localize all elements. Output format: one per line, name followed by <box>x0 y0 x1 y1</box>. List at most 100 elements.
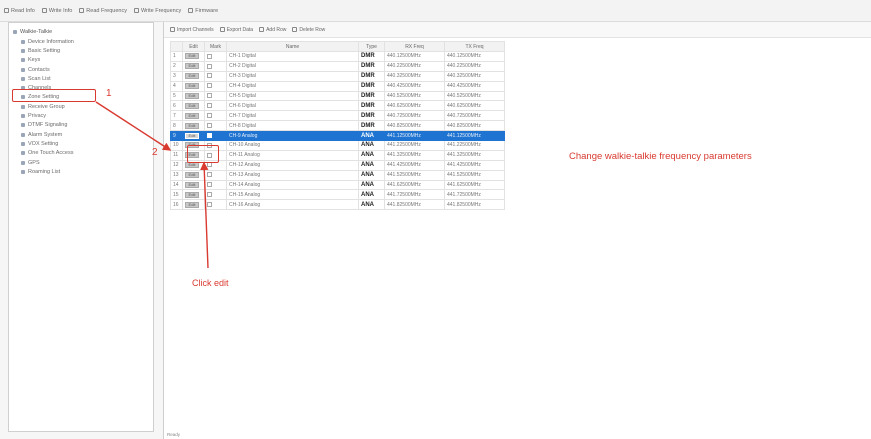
grid-button-add-row[interactable]: Add Row <box>259 27 286 33</box>
edit-button[interactable]: Edit <box>185 191 199 198</box>
table-row[interactable]: 16 Edit CH-16 Analog ANA 441.82500MHz 441.825… <box>170 199 505 211</box>
tx-frequency: 441.72500MHz <box>444 189 505 201</box>
mark-checkbox[interactable] <box>207 63 212 69</box>
edit-button[interactable]: Edit <box>185 172 199 179</box>
table-row[interactable]: 8 Edit CH-8 Digital DMR 440.82500MHz 440.8250… <box>170 120 505 132</box>
mark-checkbox[interactable] <box>207 182 212 188</box>
tree-item-scan-list[interactable]: Scan List <box>13 74 151 83</box>
channel-type: ANA <box>361 162 374 169</box>
tree-node-icon <box>21 132 25 137</box>
row-index: 1 <box>170 51 183 62</box>
channel-type: DMR <box>361 63 375 70</box>
toolbar-button-firmware[interactable]: Firmware <box>188 8 218 14</box>
rx-frequency: 441.82500MHz <box>384 199 445 211</box>
mark-checkbox[interactable] <box>207 192 212 198</box>
tree-item-gps[interactable]: GPS <box>13 158 151 167</box>
mark-cell <box>204 100 227 112</box>
table-row[interactable]: 10 Edit CH-10 Analog ANA 441.22500MHz 441.225… <box>170 140 505 151</box>
table-row[interactable]: 9 Edit CH-9 Analog ANA 441.12500MHz 441.12500… <box>170 130 505 142</box>
tree-item-contacts[interactable]: Contacts <box>13 65 151 74</box>
channel-type-cell: ANA <box>358 149 385 161</box>
tree-item-roaming-list[interactable]: Roaming List <box>13 167 151 176</box>
tree-node-icon <box>21 141 25 146</box>
table-row[interactable]: 14 Edit CH-14 Analog ANA 441.62500MHz 441.625… <box>170 179 505 191</box>
edit-cell: Edit <box>182 120 205 132</box>
tree-root[interactable]: Walkie-Talkie <box>13 27 151 37</box>
grid-button-import-channels[interactable]: Import Channels <box>170 27 214 33</box>
mark-checkbox[interactable] <box>207 201 212 207</box>
table-row[interactable]: 15 Edit CH-15 Analog ANA 441.72500MHz 441.725… <box>170 189 505 201</box>
mark-checkbox[interactable] <box>207 122 212 128</box>
column-header[interactable]: Name <box>226 41 359 52</box>
tree-item-receive-group[interactable]: Receive Group <box>13 102 151 111</box>
read-frequency-icon <box>79 8 85 13</box>
channel-type: DMR <box>361 93 375 99</box>
edit-button[interactable]: Edit <box>185 102 199 109</box>
tree-item-label: GPS <box>28 159 40 166</box>
edit-button[interactable]: Edit <box>185 63 199 70</box>
mark-checkbox[interactable] <box>207 103 212 109</box>
table-row[interactable]: 5 Edit CH-5 Digital DMR 440.52500MHz 440.5250… <box>170 90 505 102</box>
mark-checkbox[interactable] <box>207 162 212 168</box>
table-row[interactable]: 1 Edit CH-1 Digital DMR 440.12500MHz 440.1250… <box>170 51 505 62</box>
mark-checkbox[interactable] <box>207 132 212 138</box>
tree-item-keys[interactable]: Keys <box>13 56 151 65</box>
tx-frequency: 440.42500MHz <box>444 80 505 92</box>
tx-frequency: 441.52500MHz <box>444 169 505 181</box>
mark-checkbox[interactable] <box>207 73 212 79</box>
table-row[interactable]: 13 Edit CH-13 Analog ANA 441.52500MHz 441.525… <box>170 169 505 181</box>
toolbar-button-write-frequency[interactable]: Write Frequency <box>133 8 181 14</box>
step-1-label: 1 <box>106 88 112 99</box>
tree-item-vox-setting[interactable]: VOX Setting <box>13 139 151 148</box>
mark-checkbox[interactable] <box>207 112 212 118</box>
tree-item-label: Contacts <box>28 66 50 73</box>
channel-type: ANA <box>361 182 374 189</box>
toolbar-button-read-frequency[interactable]: Read Frequency <box>79 8 127 14</box>
table-row[interactable]: 11 Edit CH-11 Analog ANA 441.32500MHz 441.325… <box>170 149 505 161</box>
tree-item-privacy[interactable]: Privacy <box>13 111 151 120</box>
tree-item-alarm-system[interactable]: Alarm System <box>13 130 151 139</box>
grid-button-export-data[interactable]: Export Data <box>219 27 253 33</box>
table-row[interactable]: 12 Edit CH-12 Analog ANA 441.42500MHz 441.425… <box>170 159 505 171</box>
table-row[interactable]: 2 Edit CH-2 Digital DMR 440.22500MHz 440.2250… <box>170 60 505 72</box>
edit-button-highlight-box <box>187 145 219 163</box>
edit-button[interactable]: Edit <box>185 53 199 60</box>
edit-cell: Edit <box>182 179 205 191</box>
step-2-label: 2 <box>152 147 158 158</box>
tree-item-one-touch-access[interactable]: One Touch Access <box>13 149 151 158</box>
table-row[interactable]: 3 Edit CH-3 Digital DMR 440.32500MHz 440.3250… <box>170 70 505 82</box>
edit-button[interactable]: Edit <box>185 132 199 139</box>
edit-button[interactable]: Edit <box>185 93 199 99</box>
table-row[interactable]: 4 Edit CH-4 Digital DMR 440.42500MHz 440.4250… <box>170 80 505 92</box>
column-header[interactable] <box>170 41 183 52</box>
mark-checkbox[interactable] <box>207 172 212 178</box>
column-header[interactable]: Edit <box>182 41 205 52</box>
tree-item-dtmf-signaling[interactable]: DTMF Signaling <box>13 121 151 130</box>
column-header[interactable]: Type <box>358 41 385 52</box>
edit-button[interactable]: Edit <box>185 122 199 129</box>
mark-checkbox[interactable] <box>207 53 212 59</box>
grid-button-delete-row[interactable]: Delete Row <box>292 27 325 33</box>
channel-name: CH-13 Analog <box>226 169 359 181</box>
edit-button[interactable]: Edit <box>185 112 199 119</box>
toolbar-button-read[interactable]: Read Info <box>4 8 35 14</box>
column-header[interactable]: Mark <box>204 41 227 52</box>
tree-item-basic-setting[interactable]: Basic Setting <box>13 46 151 55</box>
edit-button[interactable]: Edit <box>185 73 199 80</box>
mark-checkbox[interactable] <box>207 93 212 99</box>
column-header[interactable]: TX Freq <box>444 41 505 52</box>
edit-button[interactable]: Edit <box>185 162 199 169</box>
mark-checkbox[interactable] <box>207 83 212 89</box>
row-index: 14 <box>170 179 183 191</box>
toolbar-button-write[interactable]: Write Info <box>41 8 72 14</box>
radio-device-icon <box>13 30 17 34</box>
mark-cell <box>204 90 227 102</box>
tree-item-device-information[interactable]: Device Information <box>13 37 151 46</box>
column-header[interactable]: RX Freq <box>384 41 445 52</box>
edit-button[interactable]: Edit <box>185 182 199 189</box>
edit-button[interactable]: Edit <box>185 83 199 90</box>
table-row[interactable]: 6 Edit CH-6 Digital DMR 440.62500MHz 440.6250… <box>170 100 505 112</box>
edit-button[interactable]: Edit <box>185 201 199 208</box>
table-row[interactable]: 7 Edit CH-7 Digital DMR 440.72500MHz 440.7250… <box>170 110 505 122</box>
tx-frequency: 440.72500MHz <box>444 110 505 122</box>
